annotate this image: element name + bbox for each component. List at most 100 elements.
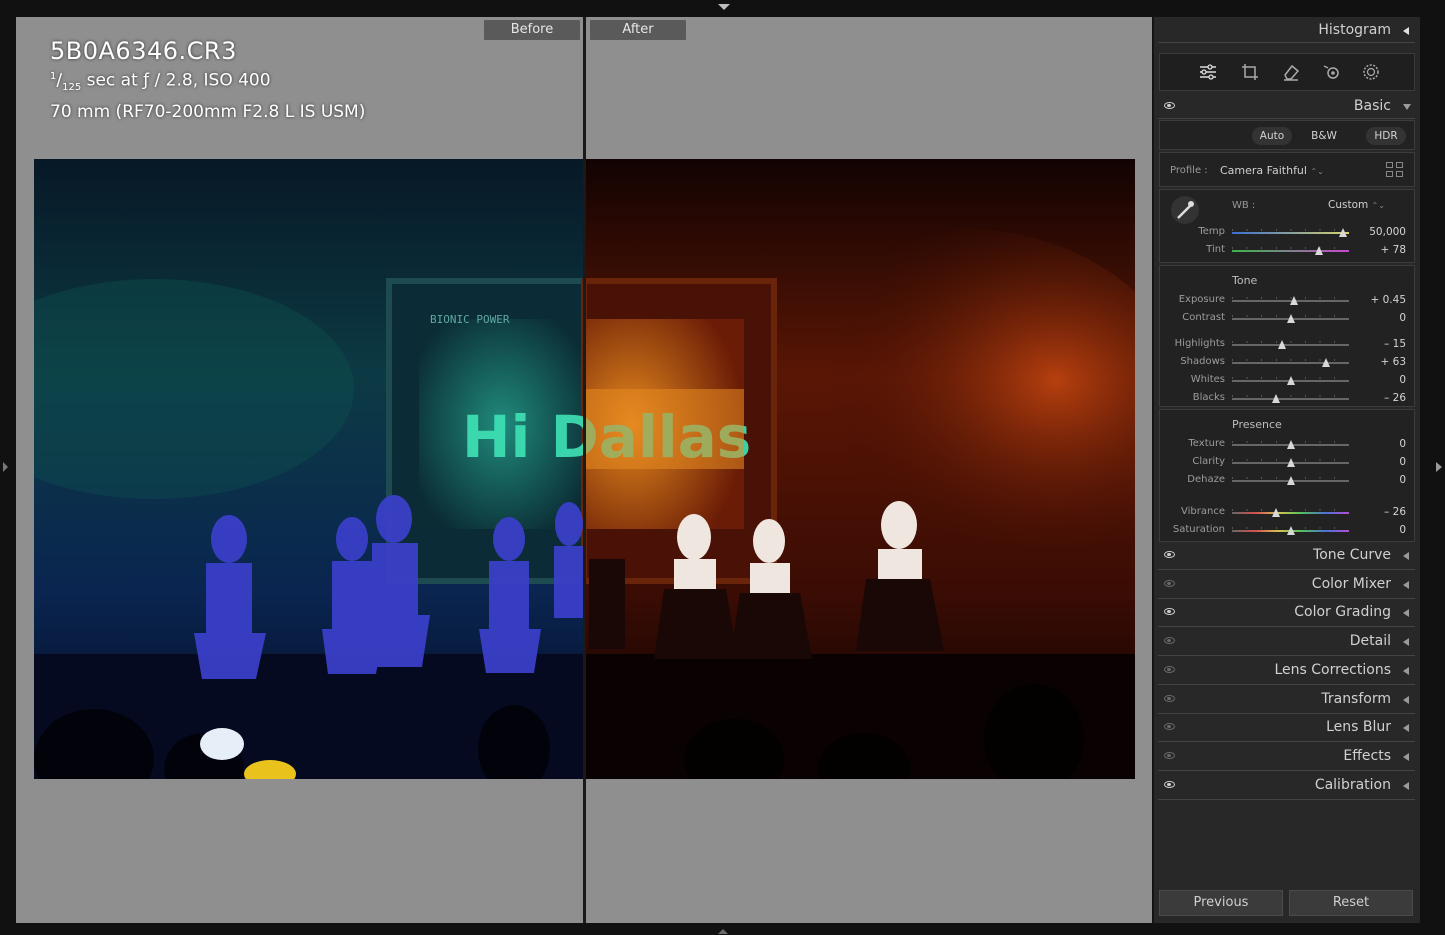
highlights-slider-thumb[interactable] <box>1278 340 1287 349</box>
screen-text-before: BIONIC POWER <box>430 313 510 326</box>
dehaze-slider-thumb[interactable] <box>1286 476 1295 485</box>
blacks-ticks <box>1232 395 1349 397</box>
detail-expand-icon[interactable] <box>1403 638 1409 647</box>
left-panel-toggle-icon[interactable] <box>3 462 8 472</box>
wb-dropdown[interactable]: Custom ⌃⌄ <box>1328 199 1385 211</box>
histogram-header[interactable]: Histogram <box>1158 19 1415 43</box>
previous-button[interactable]: Previous <box>1159 890 1283 916</box>
color-grading-expand-icon[interactable] <box>1403 609 1409 618</box>
profile-label: Profile : <box>1170 165 1208 176</box>
tone-curve-expand-icon[interactable] <box>1403 552 1409 560</box>
transform-eye-icon[interactable] <box>1164 694 1175 702</box>
lens-corrections-expand-icon[interactable] <box>1403 666 1409 675</box>
detail-section-header[interactable]: Detail <box>1158 630 1415 657</box>
red-eye-icon[interactable] <box>1322 62 1342 82</box>
presence-title: Presence <box>1232 418 1282 431</box>
exposure-slider-thumb[interactable] <box>1290 296 1298 305</box>
exposure-value[interactable]: + 0.45 <box>1370 294 1406 306</box>
contrast-value[interactable]: 0 <box>1399 312 1406 324</box>
temp-slider-thumb[interactable] <box>1339 228 1348 237</box>
crop-icon[interactable] <box>1240 62 1260 82</box>
lens-blur-section-header[interactable]: Lens Blur <box>1158 716 1415 743</box>
right-panel-toggle-icon[interactable] <box>1436 462 1442 472</box>
tone-curve-eye-icon[interactable] <box>1164 551 1175 558</box>
shadows-slider-thumb[interactable] <box>1321 358 1330 367</box>
lens-blur-eye-icon[interactable] <box>1164 723 1175 731</box>
hdr-button[interactable]: HDR <box>1366 127 1406 145</box>
calibration-expand-icon[interactable] <box>1403 781 1409 790</box>
basic-expand-icon[interactable] <box>1403 104 1411 110</box>
shadows-slider[interactable] <box>1232 362 1349 364</box>
calibration-title: Calibration <box>1314 776 1391 793</box>
top-panel-toggle-icon[interactable] <box>718 4 730 10</box>
blacks-value[interactable]: – 26 <box>1384 392 1406 404</box>
before-after-divider[interactable] <box>583 17 586 923</box>
lens-blur-expand-icon[interactable] <box>1403 724 1409 733</box>
reset-button[interactable]: Reset <box>1289 890 1413 916</box>
transform-section-header[interactable]: Transform <box>1158 688 1415 714</box>
temp-value[interactable]: 50,000 <box>1369 226 1406 238</box>
auto-button[interactable]: Auto <box>1252 127 1292 145</box>
texture-slider-row: Texture 0 <box>1160 436 1416 454</box>
blacks-slider-thumb[interactable] <box>1272 394 1281 403</box>
lens-corrections-eye-icon[interactable] <box>1164 665 1175 673</box>
photo-lens-info: 70 mm (RF70-200mm F2.8 L IS USM) <box>50 102 366 123</box>
calibration-eye-icon[interactable] <box>1164 780 1175 788</box>
effects-eye-icon[interactable] <box>1164 751 1175 759</box>
texture-slider-thumb[interactable] <box>1286 440 1295 449</box>
detail-eye-icon[interactable] <box>1164 637 1175 645</box>
color-mixer-section-header[interactable]: Color Mixer <box>1158 573 1415 599</box>
whites-value[interactable]: 0 <box>1399 374 1406 386</box>
wb-eyedropper-icon[interactable] <box>1170 195 1200 225</box>
photo-exposure-info: 1/125 sec at ƒ / 2.8, ISO 400 <box>50 70 271 94</box>
tint-slider[interactable] <box>1232 250 1349 252</box>
highlights-slider[interactable] <box>1232 344 1349 346</box>
lens-corrections-section-header[interactable]: Lens Corrections <box>1158 659 1415 685</box>
masking-icon[interactable] <box>1361 62 1381 82</box>
transform-expand-icon[interactable] <box>1403 695 1409 704</box>
highlights-value[interactable]: – 15 <box>1384 338 1406 350</box>
lens-corrections-title: Lens Corrections <box>1274 661 1391 678</box>
histogram-collapse-icon[interactable] <box>1403 27 1409 35</box>
texture-value[interactable]: 0 <box>1399 438 1406 450</box>
filmstrip-toggle-icon[interactable] <box>718 929 728 934</box>
temp-label: Temp <box>1198 226 1225 237</box>
tone-curve-title: Tone Curve <box>1313 547 1391 563</box>
tint-slider-thumb[interactable] <box>1314 246 1323 255</box>
basic-visibility-eye-icon[interactable] <box>1164 102 1175 109</box>
tint-value[interactable]: + 78 <box>1381 244 1407 256</box>
contrast-slider-thumb[interactable] <box>1286 314 1295 323</box>
edit-sliders-icon[interactable] <box>1198 62 1218 82</box>
calibration-section-header[interactable]: Calibration <box>1158 774 1415 800</box>
dehaze-value[interactable]: 0 <box>1399 474 1406 486</box>
color-mixer-expand-icon[interactable] <box>1403 580 1409 589</box>
whites-slider-thumb[interactable] <box>1286 376 1295 385</box>
healing-eraser-icon[interactable] <box>1281 62 1301 82</box>
clarity-slider-thumb[interactable] <box>1286 458 1295 467</box>
bw-button[interactable]: B&W <box>1304 127 1344 145</box>
blacks-slider[interactable] <box>1232 398 1349 400</box>
saturation-value[interactable]: 0 <box>1399 524 1406 536</box>
profile-browser-icon[interactable] <box>1386 162 1404 178</box>
tone-curve-section-header[interactable]: Tone Curve <box>1158 544 1415 570</box>
vibrance-slider-thumb[interactable] <box>1272 508 1281 517</box>
temp-slider-row: Temp 50,000 <box>1160 224 1416 242</box>
profile-row: Profile : Camera Faithful ⌃⌄ <box>1159 152 1415 187</box>
effects-section-header[interactable]: Effects <box>1158 745 1415 771</box>
color-grading-eye-icon[interactable] <box>1164 608 1175 616</box>
shadows-value[interactable]: + 63 <box>1381 356 1407 368</box>
color-mixer-eye-icon[interactable] <box>1164 579 1175 587</box>
basic-header[interactable]: Basic <box>1158 95 1415 119</box>
color-grading-section-header[interactable]: Color Grading <box>1158 601 1415 628</box>
clarity-value[interactable]: 0 <box>1399 456 1406 468</box>
saturation-slider-thumb[interactable] <box>1286 526 1295 535</box>
temp-slider[interactable] <box>1232 232 1349 234</box>
exposure-rest: sec at ƒ / 2.8, ISO 400 <box>81 70 271 91</box>
vibrance-label: Vibrance <box>1181 506 1225 517</box>
vibrance-slider[interactable] <box>1232 512 1349 514</box>
vibrance-value[interactable]: – 26 <box>1384 506 1406 518</box>
profile-dropdown[interactable]: Camera Faithful ⌃⌄ <box>1220 164 1324 177</box>
blacks-label: Blacks <box>1192 392 1225 403</box>
contrast-label: Contrast <box>1182 312 1225 323</box>
effects-expand-icon[interactable] <box>1403 752 1409 761</box>
